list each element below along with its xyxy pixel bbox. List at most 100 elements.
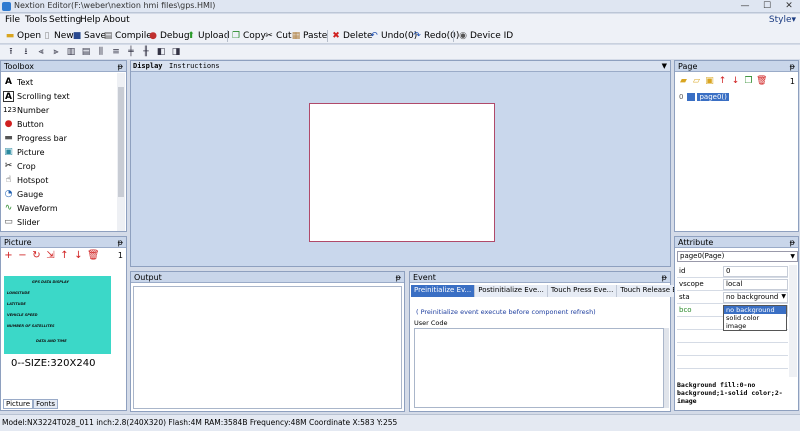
toolbox-item-gauge[interactable]: ◔ Gauge (3, 187, 44, 201)
vspace-icon[interactable]: ≡ (111, 47, 121, 57)
tab-instructions[interactable]: Instructions (169, 62, 220, 70)
replace-icon[interactable]: ↻ (31, 250, 42, 261)
page-count: 1 (789, 77, 795, 86)
close-button[interactable]: ✕ (778, 0, 800, 12)
pin-icon[interactable]: ᵽ (118, 237, 123, 248)
toolbox-item-crop[interactable]: ✂ Crop (3, 159, 36, 173)
design-canvas[interactable] (309, 103, 495, 242)
send-back-icon[interactable]: ◨ (171, 47, 181, 57)
toolbox-item-label: Waveform (17, 203, 58, 213)
move-up-icon[interactable]: ↑ (717, 76, 728, 87)
paste-icon: ▦ (291, 31, 301, 41)
import-page-icon[interactable]: ▣ (704, 76, 715, 87)
app-icon (2, 2, 11, 11)
toolbox-item-picture[interactable]: ▣ Picture (3, 145, 44, 159)
toolbox-item-number[interactable]: 123 Number (3, 103, 49, 117)
align-bottom-icon[interactable]: ⭳ (21, 47, 31, 57)
same-height-icon[interactable]: ▤ (81, 47, 91, 57)
style-menu[interactable]: Style▾ (769, 15, 796, 25)
menu-help[interactable]: Help (80, 15, 101, 25)
new-button[interactable]: ▯ New (42, 29, 74, 43)
delete-button[interactable]: ✖ Delete (331, 29, 372, 43)
component-select[interactable]: page0(Page) ▼ (677, 251, 798, 262)
copy-label: Copy (243, 31, 266, 41)
move-up-icon[interactable]: ↑ (59, 250, 70, 261)
export-icon[interactable]: ⇲ (45, 250, 56, 261)
move-down-icon[interactable]: ↓ (73, 250, 84, 261)
delete-icon[interactable]: 🗑 (87, 250, 100, 261)
tab-display[interactable]: Display (133, 62, 163, 70)
pin-icon[interactable]: ᵽ (118, 61, 123, 72)
insert-page-icon[interactable]: ▱ (691, 76, 702, 87)
page-list-item[interactable]: 0 page0() (679, 93, 729, 101)
tab-postinitialize[interactable]: Postinitialize Eve... (475, 285, 548, 297)
toolbox-scrollbar[interactable] (117, 73, 125, 231)
compile-button[interactable]: ▤ Compile (103, 29, 152, 43)
toolbox-item-scrolling-text[interactable]: A Scrolling text (3, 89, 70, 103)
tab-touch-press[interactable]: Touch Press Eve... (547, 285, 618, 297)
menu-setting[interactable]: Setting (49, 15, 81, 25)
align-right-icon[interactable]: ⫸ (51, 47, 61, 57)
tab-preinitialize[interactable]: Preinitialize Ev... (411, 285, 476, 297)
dropdown-option[interactable]: solid color (724, 314, 786, 322)
attribute-scrollbar[interactable] (789, 265, 797, 377)
undo-button[interactable]: ↶ Undo(0) (369, 29, 417, 43)
menu-about[interactable]: About (103, 15, 130, 25)
toolbox-item-text[interactable]: A Text (3, 75, 33, 89)
remove-icon[interactable]: − (17, 250, 28, 261)
user-code-editor[interactable] (414, 328, 664, 408)
align-left-icon[interactable]: ⫷ (36, 47, 46, 57)
dropdown-option[interactable]: image (724, 322, 786, 330)
copy-button[interactable]: ❐ Copy (231, 29, 266, 43)
align-top-icon[interactable]: ⭱ (6, 47, 16, 57)
scrollbar-thumb[interactable] (118, 87, 124, 197)
cut-button[interactable]: ✂ Cut (264, 29, 291, 43)
editor-scrollbar[interactable] (664, 328, 669, 408)
hspace-icon[interactable]: ⫼ (96, 47, 106, 57)
add-icon[interactable]: + (3, 250, 14, 261)
save-button[interactable]: ■ Save (72, 29, 106, 43)
same-width-icon[interactable]: ▥ (66, 47, 76, 57)
dropdown-icon[interactable]: ▼ (662, 62, 667, 70)
minimize-button[interactable]: — (734, 0, 756, 12)
output-header: Output ᵽ (131, 272, 404, 283)
pin-icon[interactable]: ᵽ (662, 272, 667, 283)
attribute-value-select[interactable]: no background (723, 292, 788, 303)
pin-icon[interactable]: ᵽ (396, 272, 401, 283)
tab-fonts[interactable]: Fonts (33, 399, 58, 409)
attribute-value-field[interactable]: 0 (723, 266, 788, 277)
menu-tools[interactable]: Tools (25, 15, 47, 25)
toolbox-item-waveform[interactable]: ∿ Waveform (3, 201, 58, 215)
open-button[interactable]: ▬ Open (5, 29, 41, 43)
pin-icon[interactable]: ᵽ (790, 61, 795, 72)
scrolling-text-icon: A (3, 90, 14, 102)
toolbox-item-hotspot[interactable]: ☝ Hotspot (3, 173, 49, 187)
copy-page-icon[interactable]: ❐ (743, 76, 754, 87)
maximize-button[interactable]: ☐ (756, 0, 778, 12)
picture-thumbnail[interactable]: GPS DATA DISPLAY LONGITUDE LATITUDE VEHI… (4, 276, 111, 354)
dropdown-option[interactable]: no background (724, 306, 786, 314)
delete-page-icon[interactable]: 🗑 (756, 76, 767, 87)
attribute-row: sta no background ▼ (677, 291, 788, 304)
menu-file[interactable]: File (5, 15, 20, 25)
toolbox-item-slider[interactable]: ▭ Slider (3, 215, 40, 229)
toolbox-item-button[interactable]: ● Button (3, 117, 44, 131)
upload-button[interactable]: ⬆ Upload (186, 29, 230, 43)
device-id-button[interactable]: ◉ Device ID (458, 29, 513, 43)
center-v-icon[interactable]: ╫ (141, 47, 151, 57)
attribute-row (677, 330, 788, 343)
upload-label: Upload (198, 31, 230, 41)
add-page-icon[interactable]: ▰ (678, 76, 689, 87)
bring-front-icon[interactable]: ◧ (156, 47, 166, 57)
paste-button[interactable]: ▦ Paste (291, 29, 328, 43)
toolbox-item-progress-bar[interactable]: ▬ Progress bar (3, 131, 67, 145)
attribute-value-field[interactable]: local (723, 279, 788, 290)
tab-picture[interactable]: Picture (3, 399, 34, 409)
sta-dropdown-list: no background solid color image (723, 305, 787, 331)
pin-icon[interactable]: ᵽ (790, 237, 795, 248)
debug-button[interactable]: ● Debug (148, 29, 190, 43)
output-textarea[interactable] (133, 286, 402, 409)
move-down-icon[interactable]: ↓ (730, 76, 741, 87)
attribute-row: id 0 (677, 265, 788, 278)
center-h-icon[interactable]: ╪ (126, 47, 136, 57)
